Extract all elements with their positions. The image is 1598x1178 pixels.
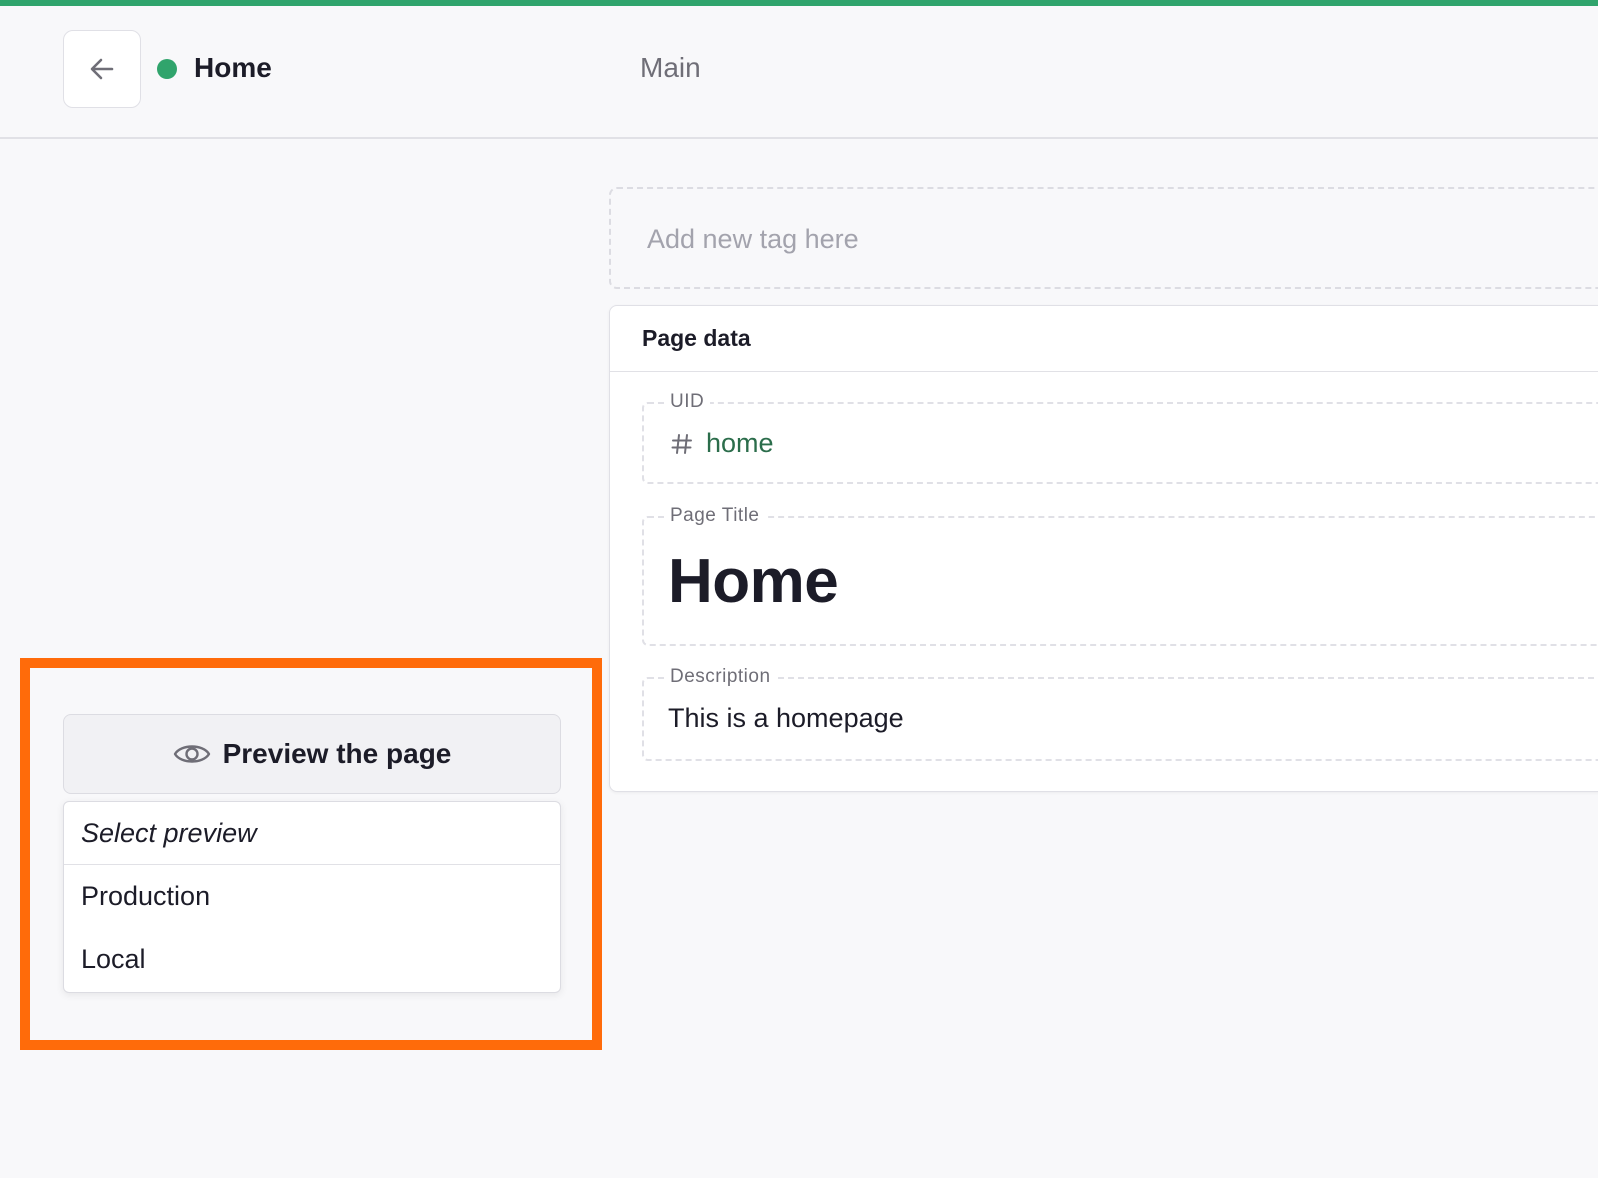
page-data-title: Page data <box>642 325 751 351</box>
eye-icon <box>173 745 210 763</box>
description-field[interactable]: Description This is a homepage <box>642 666 1598 761</box>
dropdown-header: Select preview <box>64 802 560 865</box>
dropdown-option-production[interactable]: Production <box>64 865 560 928</box>
preview-button-label: Preview the page <box>222 738 452 769</box>
back-button[interactable] <box>63 30 141 108</box>
tag-input[interactable] <box>647 221 1247 257</box>
page-data-header: Page data <box>610 306 1598 372</box>
dropdown-option-local[interactable]: Local <box>64 928 560 991</box>
uid-field[interactable]: UID home <box>642 391 1598 484</box>
tag-box <box>609 187 1598 289</box>
description-value: This is a homepage <box>668 703 904 733</box>
description-label: Description <box>664 666 777 688</box>
arrow-left-icon <box>90 58 114 80</box>
page-data-panel: Page data UID home Page Title Home Descr… <box>609 305 1598 792</box>
editor-header: Home Main <box>0 6 1598 139</box>
status-indicator <box>157 59 177 79</box>
dropdown-header-label: Select preview <box>81 817 257 848</box>
preview-dropdown: Select preview Production Local <box>63 801 561 993</box>
page-title-field[interactable]: Page Title Home <box>642 505 1598 646</box>
tab-main[interactable]: Main <box>640 52 701 84</box>
uid-label: UID <box>664 391 711 413</box>
page-title-label: Page Title <box>664 505 766 527</box>
document-title: Home <box>194 52 272 83</box>
uid-value: home <box>706 428 774 458</box>
hash-icon <box>671 433 692 454</box>
page-title-value: Home <box>668 547 839 616</box>
preview-button[interactable]: Preview the page <box>63 714 561 794</box>
